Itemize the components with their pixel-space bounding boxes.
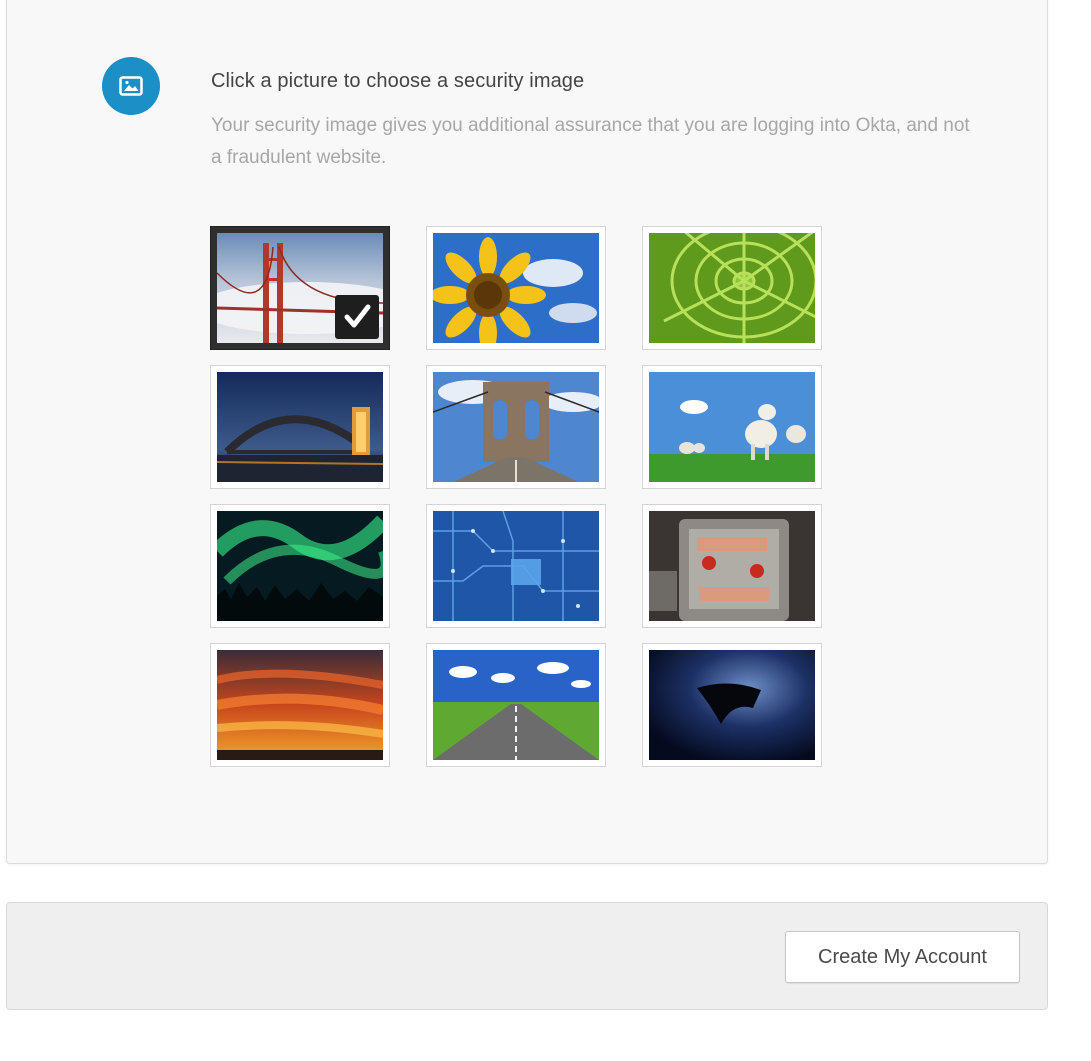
security-image-sunset-clouds[interactable] — [210, 643, 390, 767]
security-image-lambs[interactable] — [642, 365, 822, 489]
form-footer: Create My Account — [6, 902, 1048, 1010]
security-image-toy-robot[interactable] — [642, 504, 822, 628]
security-image-road[interactable] — [426, 643, 606, 767]
selected-check-icon — [335, 295, 379, 339]
security-image-brooklyn-bridge[interactable] — [426, 365, 606, 489]
picture-icon — [102, 57, 160, 115]
security-image-manta-ray[interactable] — [642, 643, 822, 767]
succulent-image — [649, 233, 815, 343]
security-image-grid — [210, 226, 822, 767]
sunflower-image — [433, 233, 599, 343]
section-description: Your security image gives you additional… — [211, 115, 970, 168]
section-title: Click a picture to choose a security ima… — [211, 70, 585, 92]
manta-ray-image — [649, 650, 815, 760]
security-image-sunflower[interactable] — [426, 226, 606, 350]
security-image-aurora[interactable] — [210, 504, 390, 628]
aurora-image — [217, 511, 383, 621]
sunset-clouds-image — [217, 650, 383, 760]
lambs-image — [649, 372, 815, 482]
security-image-panel: Click a picture to choose a security ima… — [6, 0, 1048, 864]
security-image-succulent[interactable] — [642, 226, 822, 350]
security-image-golden-gate-bridge[interactable] — [210, 226, 390, 350]
harbour-bridge-night-image — [217, 372, 383, 482]
security-image-harbour-bridge-night[interactable] — [210, 365, 390, 489]
brooklyn-bridge-image — [433, 372, 599, 482]
security-image-circuit-board[interactable] — [426, 504, 606, 628]
circuit-board-image — [433, 511, 599, 621]
create-account-button[interactable]: Create My Account — [785, 931, 1020, 983]
toy-robot-image — [649, 511, 815, 621]
road-image — [433, 650, 599, 760]
